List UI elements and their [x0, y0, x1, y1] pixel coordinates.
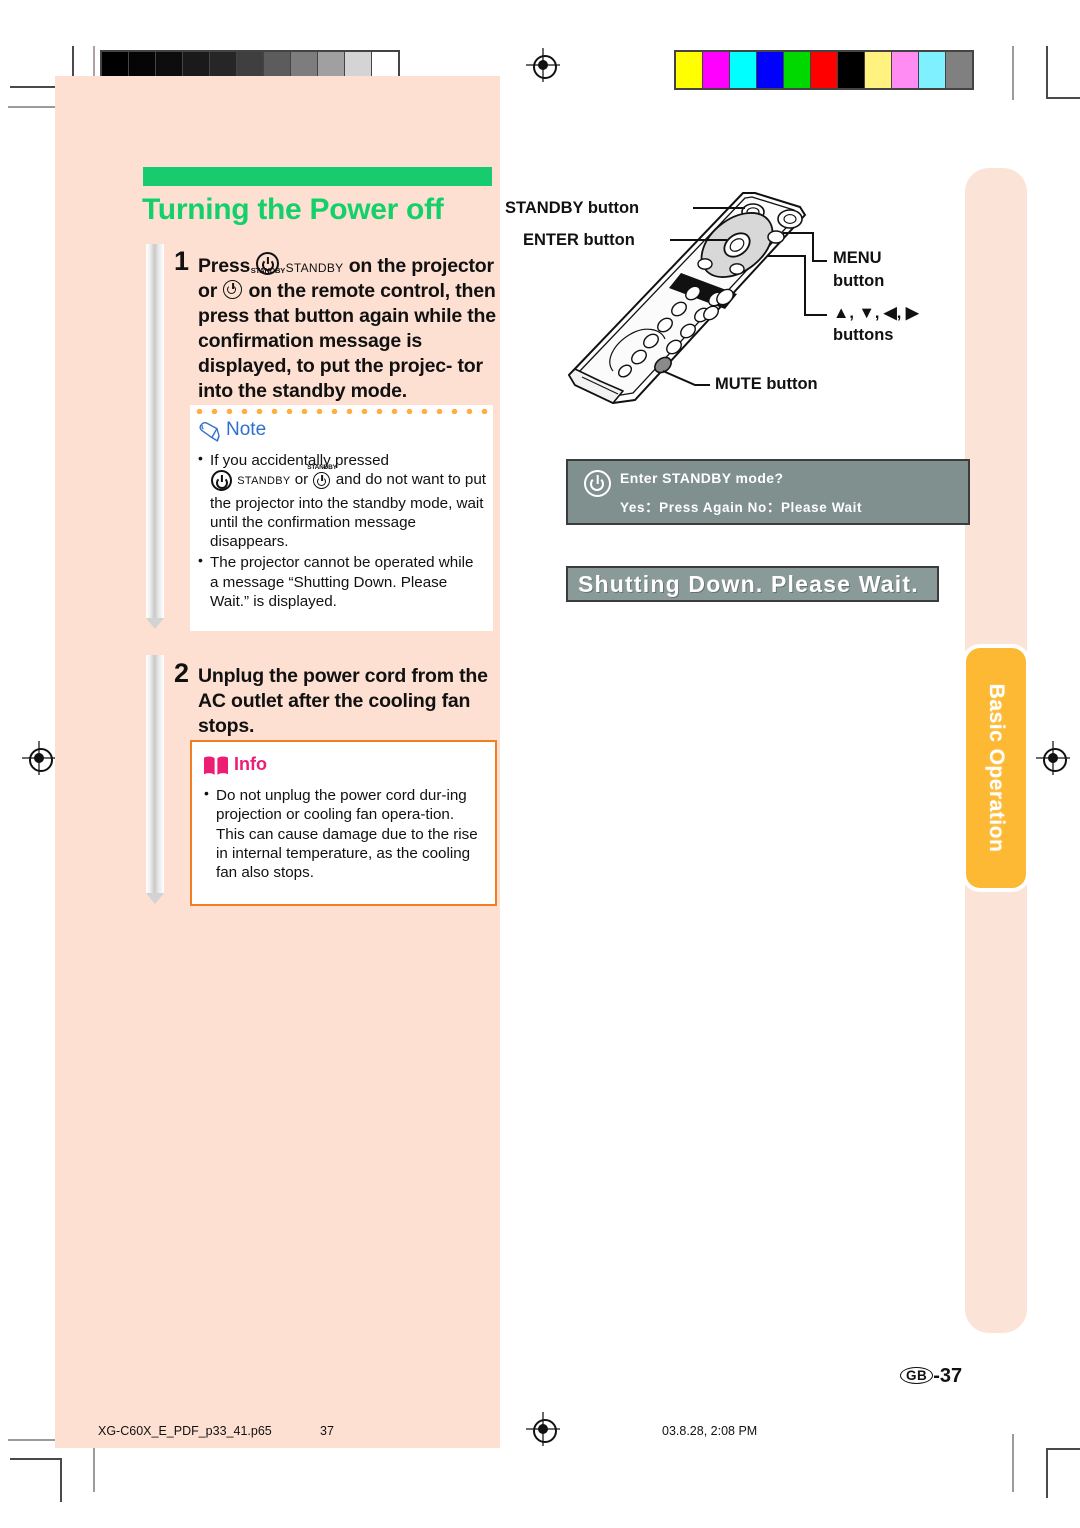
callout-mute-button: MUTE button — [715, 375, 818, 393]
step-1-number: 1 — [174, 246, 190, 276]
color-swatch — [892, 52, 919, 88]
color-swatch — [865, 52, 892, 88]
color-swatch — [838, 52, 865, 88]
remote-menu-button — [767, 230, 785, 244]
step-2-rule — [146, 655, 164, 904]
remote-aux-button — [777, 209, 803, 229]
note-item-1: If you accidentally pressed STANDBY or S… — [198, 450, 486, 551]
info-title: Info — [234, 754, 267, 774]
callout-arrow-buttons-line2: buttons — [833, 326, 894, 344]
page-title: Turning the Power off — [142, 193, 444, 226]
step-1-rule — [146, 244, 164, 629]
color-swatch — [946, 52, 972, 88]
crop-mark-bottom-right-v2 — [1046, 1448, 1048, 1498]
note-title: Note — [226, 419, 267, 440]
page-number: GB -37 — [900, 1365, 962, 1388]
crop-mark-top-right-h — [1046, 97, 1080, 99]
callout-line-mute — [662, 370, 710, 386]
power-standby-icon — [584, 470, 611, 497]
registration-mark-top-center — [526, 48, 560, 82]
footer-filename: XG-C60X_E_PDF_p33_41.p65 — [98, 1424, 272, 1438]
color-swatch — [703, 52, 730, 88]
registration-mark-left-middle — [22, 741, 56, 775]
remote-control-figure: STANDBY button ENTER button MENU button … — [505, 185, 975, 420]
color-swatch — [784, 52, 811, 88]
pencil-icon — [199, 421, 220, 442]
note-standby-caption: STANDBY — [237, 475, 291, 488]
osd-shutting-down: Shutting Down. Please Wait. — [566, 566, 939, 602]
osd-confirm-line1: Enter STANDBY mode? — [620, 470, 784, 486]
footer-timestamp: 03.8.28, 2:08 PM — [662, 1424, 758, 1438]
step-1-mid: on the projector — [348, 255, 494, 277]
crop-mark-top-right-v2 — [1046, 46, 1048, 98]
color-swatch — [919, 52, 946, 88]
power-standby-remote-sublabel: STANDBY — [307, 464, 337, 472]
note-box: Note If you accidentally pressed STANDBY… — [190, 405, 493, 631]
note-item-2-text: The projector cannot be operated while a… — [210, 554, 474, 611]
callout-menu-button: MENU — [833, 249, 882, 267]
step-1-text: Press STANDBY STANDBY on the projector o… — [198, 252, 498, 404]
power-standby-icon: STANDBY — [251, 252, 285, 279]
info-box: Info Do not unplug the power cord dur-in… — [190, 740, 497, 906]
color-swatch — [676, 52, 703, 88]
power-standby-icon — [210, 470, 233, 493]
crop-mark-bottom-right-v — [1012, 1434, 1014, 1492]
power-standby-remote-icon: STANDBY — [307, 464, 337, 492]
step-1-standby-caption: STANDBY — [285, 261, 344, 275]
info-item-1: Do not unplug the power cord dur-ing pro… — [204, 785, 486, 882]
open-book-icon — [204, 756, 228, 776]
section-tab-basic-operation[interactable]: Basic Operation — [966, 648, 1026, 888]
note-item-2: The projector cannot be operated while a… — [198, 552, 486, 611]
color-swatch — [811, 52, 838, 88]
color-swatch — [757, 52, 784, 88]
note-item-1-lead: If you accidentally pressed — [210, 452, 389, 469]
page-locale-badge: GB — [900, 1367, 934, 1384]
osd-confirm-line2: Yes：Press Again No：Please Wait — [620, 500, 863, 515]
page-number-value: -37 — [933, 1365, 963, 1387]
color-swatch — [730, 52, 757, 88]
heading-rule — [143, 167, 492, 186]
color-calibration-bar — [674, 50, 974, 90]
osd-confirm-standby: Enter STANDBY mode? Yes：Press Again No：P… — [566, 459, 970, 525]
manual-page: Basic Operation Turning the Power off 1 … — [0, 0, 1080, 1528]
step-2-text: Unplug the power cord from the AC outlet… — [198, 665, 488, 737]
power-standby-remote-icon — [222, 279, 243, 304]
step-1-lead: Press — [198, 255, 251, 277]
callout-line-arrows — [767, 255, 827, 316]
footer-folio: 37 — [320, 1424, 334, 1438]
crop-mark-bottom-left-v — [60, 1458, 62, 1502]
section-tab-label: Basic Operation — [985, 683, 1008, 853]
note-item-1-or: or — [294, 471, 309, 489]
registration-mark-right-middle — [1036, 741, 1070, 775]
crop-mark-bottom-right-h — [1046, 1448, 1080, 1450]
step-2-number: 2 — [174, 658, 190, 688]
callout-standby-button: STANDBY button — [505, 199, 640, 217]
note-dotted-divider — [190, 405, 493, 414]
callout-arrow-buttons: ▲, ▼, ◀, ▶ — [833, 304, 919, 322]
step-1-or: or — [198, 279, 218, 302]
callout-menu-button-line2: button — [833, 272, 885, 290]
info-item-1-text: Do not unplug the power cord dur-ing pro… — [216, 787, 478, 882]
callout-enter-button: ENTER button — [523, 231, 635, 249]
crop-mark-top-right-v — [1012, 46, 1014, 100]
power-standby-icon-sublabel: STANDBY — [250, 266, 286, 275]
crop-mark-bottom-left-h2 — [10, 1458, 62, 1460]
